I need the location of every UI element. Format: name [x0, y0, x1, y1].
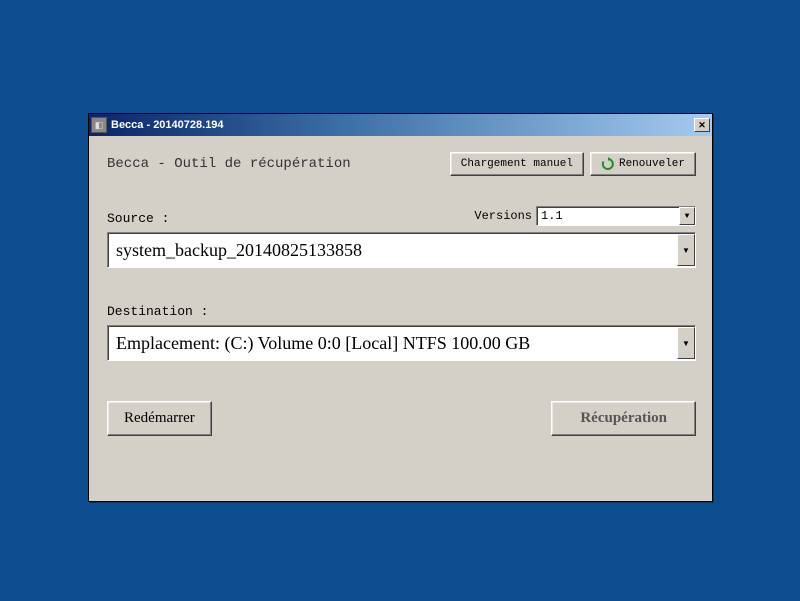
versions-value: 1.1 — [541, 209, 563, 223]
source-label: Source : — [107, 211, 169, 226]
app-window: ◧ Becca - 20140728.194 ✕ Becca - Outil d… — [88, 113, 713, 502]
source-value: system_backup_20140825133858 — [116, 240, 362, 261]
source-combo[interactable]: system_backup_20140825133858 ▼ — [107, 232, 696, 268]
versions-label: Versions — [474, 209, 532, 223]
restart-label: Redémarrer — [124, 410, 195, 426]
header-buttons: Chargement manuel Renouveler — [450, 152, 696, 176]
refresh-button[interactable]: Renouveler — [590, 152, 696, 176]
header-row: Becca - Outil de récupération Chargement… — [107, 152, 696, 176]
destination-combo[interactable]: Emplacement: (C:) Volume 0:0 [Local] NTF… — [107, 325, 696, 361]
chevron-down-icon[interactable]: ▼ — [677, 327, 695, 359]
chevron-down-icon[interactable]: ▼ — [677, 234, 695, 266]
recover-button[interactable]: Récupération — [551, 401, 696, 436]
destination-value: Emplacement: (C:) Volume 0:0 [Local] NTF… — [116, 333, 530, 354]
refresh-icon — [601, 157, 615, 171]
footer-row: Redémarrer Récupération — [107, 401, 696, 436]
app-title: Becca - Outil de récupération — [107, 156, 351, 172]
window-title: Becca - 20140728.194 — [111, 119, 694, 131]
source-header-row: Source : Versions 1.1 ▼ — [107, 206, 696, 226]
manual-load-button[interactable]: Chargement manuel — [450, 152, 584, 176]
versions-group: Versions 1.1 ▼ — [474, 206, 696, 226]
manual-load-label: Chargement manuel — [461, 158, 573, 170]
content-area: Becca - Outil de récupération Chargement… — [89, 136, 712, 452]
versions-select[interactable]: 1.1 ▼ — [536, 206, 696, 226]
close-button[interactable]: ✕ — [694, 118, 710, 132]
recover-label: Récupération — [580, 410, 667, 426]
refresh-label: Renouveler — [619, 158, 685, 170]
destination-label: Destination : — [107, 304, 696, 319]
app-icon: ◧ — [91, 117, 107, 133]
chevron-down-icon[interactable]: ▼ — [679, 207, 695, 225]
restart-button[interactable]: Redémarrer — [107, 401, 212, 436]
titlebar: ◧ Becca - 20140728.194 ✕ — [89, 114, 712, 136]
